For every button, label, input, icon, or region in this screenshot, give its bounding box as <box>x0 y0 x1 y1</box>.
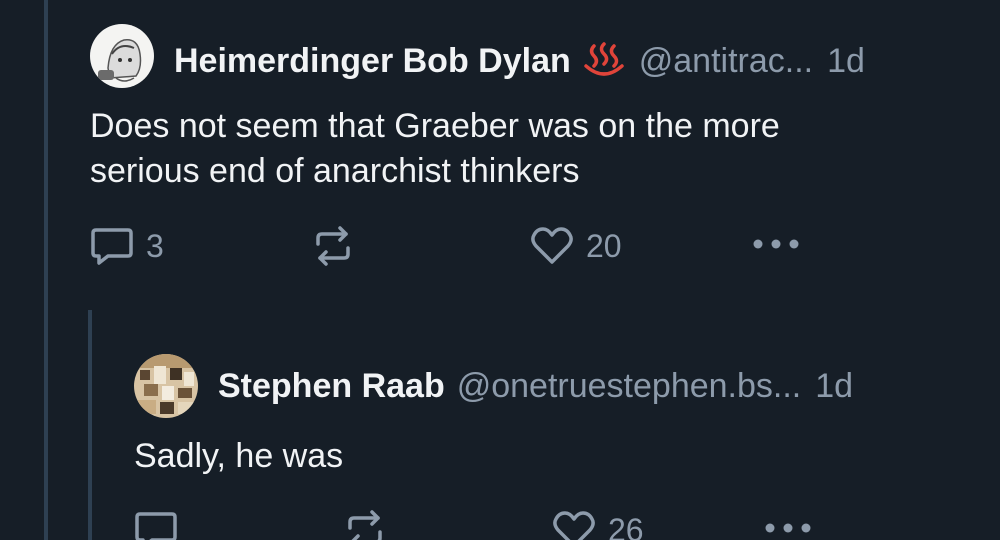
like-count: 20 <box>586 227 622 264</box>
repost-button[interactable] <box>344 510 386 540</box>
heart-icon <box>553 511 595 540</box>
display-name[interactable]: Stephen Raab <box>218 366 445 406</box>
post-text-line: Sadly, he was <box>134 437 344 475</box>
post-text-line: serious end of anarchist thinkers <box>90 152 580 190</box>
reply-count: 3 <box>146 227 164 264</box>
like-button[interactable]: 20 <box>530 226 622 266</box>
anime-avatar-image <box>90 24 154 88</box>
repost-icon <box>348 510 382 540</box>
repost-icon <box>316 226 350 266</box>
thread-line <box>44 0 48 540</box>
pixel-art-avatar-image <box>134 354 198 418</box>
post-header: Heimerdinger Bob Dylan @antitrac... 1d <box>174 36 865 81</box>
timestamp[interactable]: 1d <box>827 41 865 81</box>
like-button[interactable]: 26 <box>552 510 644 540</box>
heart-icon <box>531 227 573 264</box>
post-header: Stephen Raab @onetruestephen.bs... 1d <box>218 366 853 406</box>
post-text: Does not seem that Graeber was on the mo… <box>90 104 780 194</box>
repost-button[interactable] <box>312 226 354 266</box>
like-count: 26 <box>608 511 644 540</box>
reply-button[interactable]: 3 <box>90 226 164 266</box>
thread-view: Heimerdinger Bob Dylan @antitrac... 1d D… <box>0 0 1000 540</box>
reply-icon <box>91 228 133 265</box>
more-options-button[interactable] <box>752 236 800 252</box>
avatar[interactable] <box>134 354 198 418</box>
handle[interactable]: @onetruestephen.bs... <box>457 366 802 406</box>
reply-thread-line <box>88 310 92 540</box>
ellipsis-icon <box>753 239 799 249</box>
post-text-line: Does not seem that Graeber was on the mo… <box>90 107 780 145</box>
handle[interactable]: @antitrac... <box>639 41 813 81</box>
avatar[interactable] <box>90 24 154 88</box>
ellipsis-icon <box>765 523 811 533</box>
timestamp[interactable]: 1d <box>815 366 853 406</box>
post-text: Sadly, he was <box>134 434 343 479</box>
display-name[interactable]: Heimerdinger Bob Dylan <box>174 41 571 81</box>
more-options-button[interactable] <box>764 520 812 536</box>
reply-icon <box>135 512 177 540</box>
reply-button[interactable] <box>134 510 190 540</box>
hot-springs-emoji <box>581 42 627 78</box>
